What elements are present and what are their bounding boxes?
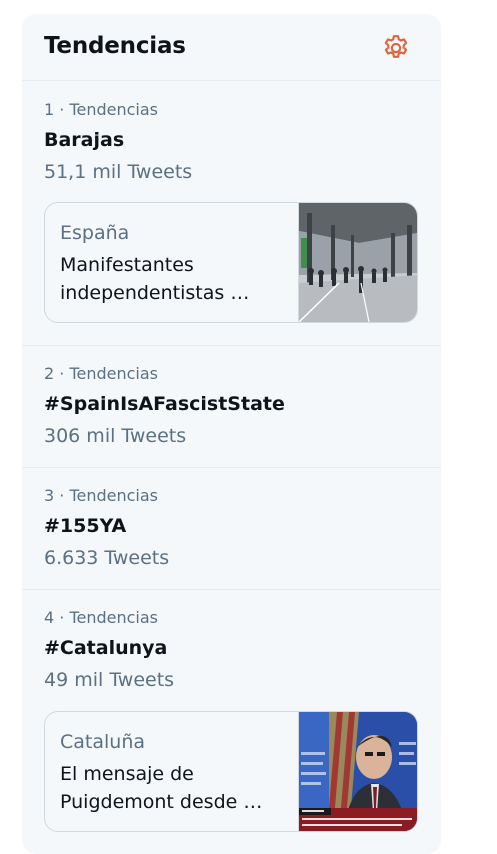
news-card-source: España (60, 222, 130, 244)
news-card-headline: El mensaje de Puigdemont desde … (60, 763, 263, 813)
trend-item[interactable]: 1 · Tendencias Barajas 51,1 mil Tweets E… (22, 81, 441, 346)
trends-panel: Tendencias 1 · Tendencias Barajas 51,1 m… (22, 14, 441, 854)
news-card-source: Cataluña (60, 731, 146, 753)
trend-meta: 3 · Tendencias (44, 486, 158, 505)
trend-item[interactable]: 2 · Tendencias #SpainIsAFascistState 306… (22, 346, 441, 468)
trend-name: #Catalunya (44, 637, 168, 659)
trend-meta: 4 · Tendencias (44, 608, 158, 627)
trend-tweet-count: 306 mil Tweets (44, 425, 187, 447)
panel-title: Tendencias (44, 33, 186, 59)
gear-icon[interactable] (381, 33, 411, 63)
news-card-headline: Manifestantes independentistas … (60, 254, 250, 304)
trend-tweet-count: 49 mil Tweets (44, 669, 175, 691)
news-card-text: Cataluña El mensaje de Puigdemont desde … (60, 728, 290, 816)
trend-name: #SpainIsAFascistState (44, 393, 285, 415)
news-card[interactable]: Cataluña El mensaje de Puigdemont desde … (44, 711, 418, 832)
news-card-text: España Manifestantes independentistas … (60, 219, 290, 307)
trend-meta: 1 · Tendencias (44, 100, 158, 119)
trend-tweet-count: 6.633 Tweets (44, 547, 170, 569)
panel-header: Tendencias (22, 14, 441, 81)
trend-name: Barajas (44, 129, 125, 151)
trend-tweet-count: 51,1 mil Tweets (44, 161, 193, 183)
news-card[interactable]: España Manifestantes independentistas … (44, 202, 418, 323)
news-card-thumbnail (298, 203, 417, 322)
trend-item[interactable]: 3 · Tendencias #155YA 6.633 Tweets (22, 468, 441, 590)
trend-name: #155YA (44, 515, 127, 537)
trend-item[interactable]: 4 · Tendencias #Catalunya 49 mil Tweets … (22, 590, 441, 854)
trend-meta: 2 · Tendencias (44, 364, 158, 383)
news-card-thumbnail (298, 712, 417, 831)
